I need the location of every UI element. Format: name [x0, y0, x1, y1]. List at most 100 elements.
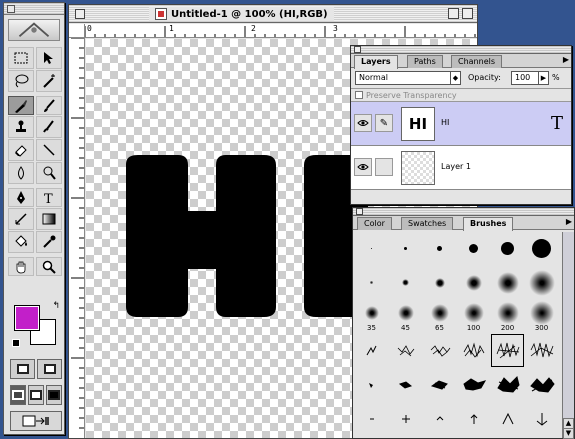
hand-icon[interactable]: [8, 257, 34, 276]
dodge-icon[interactable]: [36, 162, 62, 184]
brush-shape-4[interactable]: [457, 402, 490, 435]
tab-brushes[interactable]: Brushes: [463, 217, 514, 231]
close-icon[interactable]: [7, 5, 15, 13]
airbrush-icon[interactable]: [8, 96, 34, 115]
tab-swatches[interactable]: Swatches: [401, 217, 454, 230]
brush-scatter-6[interactable]: [525, 368, 558, 401]
brush-soft-45[interactable]: 45: [389, 300, 422, 333]
brush-hard-13[interactable]: [491, 232, 524, 265]
brush-scatter-2[interactable]: [389, 368, 422, 401]
type-icon[interactable]: T: [36, 188, 62, 207]
eye-icon[interactable]: [354, 158, 372, 176]
pen-icon[interactable]: [8, 188, 34, 207]
preserve-transparency-checkbox[interactable]: [355, 91, 363, 99]
brush-soft-35[interactable]: 35: [355, 300, 388, 333]
brush-scatter-4[interactable]: [457, 368, 490, 401]
brush-soft-300[interactable]: 300: [525, 300, 558, 333]
line-icon[interactable]: [36, 139, 62, 161]
layer-row-layer-1[interactable]: Layer 1: [351, 146, 571, 190]
lasso-icon[interactable]: [8, 70, 34, 92]
paintbrush-icon[interactable]: ✎: [375, 114, 393, 132]
tab-channels[interactable]: Channels: [451, 55, 503, 68]
eraser-icon[interactable]: [8, 139, 34, 161]
tools-titlebar[interactable]: [4, 3, 64, 15]
tab-layers[interactable]: Layers: [354, 55, 398, 69]
brush-hard-3[interactable]: [389, 232, 422, 265]
document-titlebar[interactable]: Untitled-1 @ 100% (HI,RGB): [69, 5, 477, 23]
zoom-box-icon[interactable]: [448, 8, 459, 19]
brush-soft-200[interactable]: 200: [491, 300, 524, 333]
horizontal-ruler[interactable]: 0 1 2 3: [85, 24, 477, 38]
adobe-logo-icon[interactable]: [8, 19, 60, 41]
paintbrush-icon[interactable]: [36, 96, 62, 115]
swap-colors-icon[interactable]: ↰: [52, 301, 60, 311]
foreground-color-swatch[interactable]: [14, 305, 40, 331]
palette-menu-icon[interactable]: ▶: [566, 217, 572, 226]
move-icon[interactable]: [36, 47, 62, 69]
scroll-down-icon[interactable]: ▼: [563, 428, 574, 439]
default-colors-icon[interactable]: [12, 339, 20, 347]
brush-shape-6[interactable]: [525, 402, 558, 435]
blend-mode-select[interactable]: Normal ◆: [355, 71, 461, 85]
full-screen-mode-button[interactable]: [46, 385, 62, 405]
brush-shape-3[interactable]: [423, 402, 456, 435]
brush-soft-19[interactable]: [525, 266, 558, 299]
opacity-field[interactable]: 100 ▶: [511, 71, 549, 85]
ruler-origin[interactable]: [69, 24, 85, 38]
brush-soft-100[interactable]: 100: [457, 300, 490, 333]
brush-texture-5[interactable]: [491, 334, 524, 367]
close-icon[interactable]: [354, 46, 361, 53]
brush-soft-9[interactable]: [457, 266, 490, 299]
vertical-ruler[interactable]: [69, 38, 85, 438]
brush-shape-5[interactable]: [491, 402, 524, 435]
brush-hard-9[interactable]: [457, 232, 490, 265]
close-icon[interactable]: [75, 9, 85, 19]
close-icon[interactable]: [356, 208, 363, 215]
brush-texture-6[interactable]: [525, 334, 558, 367]
measure-icon[interactable]: [8, 208, 34, 230]
paint-bucket-icon[interactable]: [8, 231, 34, 253]
brush-soft-13[interactable]: [491, 266, 524, 299]
brush-scatter-3[interactable]: [423, 368, 456, 401]
link-box[interactable]: [375, 158, 393, 176]
brush-soft-3[interactable]: [389, 266, 422, 299]
brush-hard-5[interactable]: [423, 232, 456, 265]
history-brush-icon[interactable]: [36, 116, 62, 138]
brushes-scrollbar[interactable]: ▲ ▼: [562, 232, 574, 439]
jump-to-imageready-button[interactable]: [10, 411, 62, 431]
layers-palette-titlebar[interactable]: [351, 46, 571, 54]
brush-soft-65[interactable]: 65: [423, 300, 456, 333]
brush-scatter-5[interactable]: [491, 368, 524, 401]
blur-icon[interactable]: [8, 162, 34, 184]
layer-row-hi[interactable]: ✎ HI HI T: [351, 102, 571, 146]
full-screen-menu-mode-button[interactable]: [28, 385, 44, 405]
brush-soft-5[interactable]: [423, 266, 456, 299]
marquee-icon[interactable]: [8, 47, 34, 69]
gradient-icon[interactable]: [36, 208, 62, 230]
eyedropper-icon[interactable]: [36, 231, 62, 253]
layer-thumbnail: [401, 151, 435, 185]
rubber-stamp-icon[interactable]: [8, 116, 34, 138]
brush-scatter-1[interactable]: [355, 368, 388, 401]
brush-hard-19[interactable]: [525, 232, 558, 265]
brush-texture-3[interactable]: [423, 334, 456, 367]
brush-soft-1[interactable]: [355, 266, 388, 299]
collapse-box-icon[interactable]: [462, 8, 473, 19]
brush-shape-1[interactable]: [355, 402, 388, 435]
zoom-icon[interactable]: [36, 257, 62, 276]
brush-texture-4[interactable]: [457, 334, 490, 367]
eye-icon[interactable]: [354, 114, 372, 132]
brushes-palette-titlebar[interactable]: [353, 208, 574, 216]
magic-wand-icon[interactable]: [36, 70, 62, 92]
standard-mode-button[interactable]: [10, 359, 35, 379]
palette-menu-icon[interactable]: ▶: [563, 55, 569, 64]
preserve-transparency-row[interactable]: Preserve Transparency: [351, 88, 571, 102]
brush-texture-2[interactable]: [389, 334, 422, 367]
tab-paths[interactable]: Paths: [407, 55, 443, 68]
brush-hard-1[interactable]: [355, 232, 388, 265]
brush-shape-2[interactable]: [389, 402, 422, 435]
standard-screen-mode-button[interactable]: [10, 385, 26, 405]
tab-color[interactable]: Color: [357, 217, 392, 230]
brush-texture-1[interactable]: [355, 334, 388, 367]
quick-mask-mode-button[interactable]: [37, 359, 62, 379]
